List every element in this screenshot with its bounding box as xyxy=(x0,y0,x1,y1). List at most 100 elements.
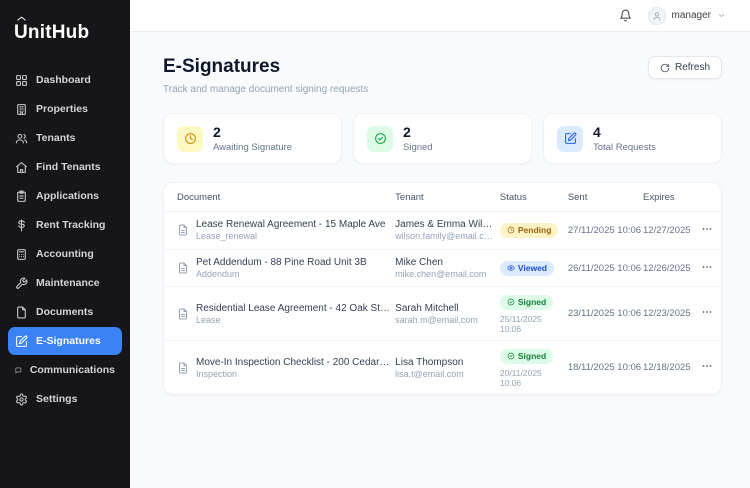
clipboard-icon xyxy=(15,190,28,203)
file-text-icon xyxy=(177,262,189,274)
document-text: Lease Renewal Agreement - 15 Maple AveLe… xyxy=(196,218,385,243)
sidebar-item-properties[interactable]: Properties xyxy=(8,95,122,123)
sidebar-item-label: Properties xyxy=(36,103,88,115)
document-cell: Residential Lease Agreement - 42 Oak Str… xyxy=(164,287,395,341)
document-cell: Pet Addendum - 88 Pine Road Unit 3BAdden… xyxy=(164,249,395,287)
user-menu[interactable]: manager xyxy=(648,7,726,25)
menu-cell xyxy=(699,287,721,341)
sidebar-item-label: Tenants xyxy=(36,132,75,144)
chevron-down-icon xyxy=(717,11,726,20)
user-name: manager xyxy=(672,10,711,21)
sidebar-item-dashboard[interactable]: Dashboard xyxy=(8,66,122,94)
column-header-status: Status xyxy=(500,183,568,212)
sidebar-item-settings[interactable]: Settings xyxy=(8,385,122,413)
signed-date: 25/11/2025 10:06 xyxy=(500,314,564,334)
bell-icon[interactable] xyxy=(619,9,632,22)
wrench-icon xyxy=(15,277,28,290)
avatar xyxy=(648,7,666,25)
document-cell: Lease Renewal Agreement - 15 Maple AveLe… xyxy=(164,212,395,250)
check-circle-icon xyxy=(507,352,515,360)
page-subtitle: Track and manage document signing reques… xyxy=(163,84,368,95)
status-label: Signed xyxy=(518,297,546,307)
sidebar-item-find-tenants[interactable]: Find Tenants xyxy=(8,153,122,181)
column-header-tenant: Tenant xyxy=(395,183,500,212)
document-text: Residential Lease Agreement - 42 Oak Str… xyxy=(196,302,391,327)
page-header: E-Signatures Track and manage document s… xyxy=(163,56,722,95)
document-type: Inspection xyxy=(196,369,391,381)
document-type: Addendum xyxy=(196,269,367,281)
document-text: Pet Addendum - 88 Pine Road Unit 3BAdden… xyxy=(196,256,367,281)
stat-icon-tile xyxy=(557,126,583,152)
dollar-icon xyxy=(15,219,28,232)
sidebar-item-communications[interactable]: Communications xyxy=(8,356,122,384)
stat-text: 2Awaiting Signature xyxy=(213,124,292,153)
document-cell-content: Pet Addendum - 88 Pine Road Unit 3BAdden… xyxy=(177,256,391,281)
refresh-icon xyxy=(660,63,670,73)
sent-cell: 27/11/2025 10:06 xyxy=(568,212,643,250)
grid-icon xyxy=(15,74,28,87)
roof-icon xyxy=(13,16,30,25)
sidebar-item-maintenance[interactable]: Maintenance xyxy=(8,269,122,297)
dots-icon xyxy=(701,306,713,318)
status-badge: Signed xyxy=(500,295,553,310)
status-badge: Viewed xyxy=(500,261,554,276)
document-title: Move-In Inspection Checklist - 200 Cedar… xyxy=(196,356,391,369)
signatures-table: DocumentTenantStatusSentExpires Lease Re… xyxy=(164,183,721,394)
check-circle-icon xyxy=(507,298,515,306)
stats-row: 2Awaiting Signature2Signed4Total Request… xyxy=(163,113,722,164)
row-menu-button[interactable] xyxy=(699,358,715,374)
table-body: Lease Renewal Agreement - 15 Maple AveLe… xyxy=(164,212,721,395)
column-header-sent: Sent xyxy=(568,183,643,212)
status-badge: Signed xyxy=(500,349,553,364)
sidebar-item-rent-tracking[interactable]: Rent Tracking xyxy=(8,211,122,239)
expires-cell: 12/26/2025 xyxy=(643,249,699,287)
sidebar-item-accounting[interactable]: Accounting xyxy=(8,240,122,268)
refresh-button[interactable]: Refresh xyxy=(648,56,722,79)
row-menu-button[interactable] xyxy=(699,221,715,237)
signature-icon xyxy=(15,335,28,348)
status-label: Signed xyxy=(518,351,546,361)
status-label: Pending xyxy=(518,225,552,235)
column-header-expires: Expires xyxy=(643,183,699,212)
tenant-cell: Mike Chenmike.chen@email.com xyxy=(395,249,500,287)
check-circle-icon xyxy=(374,132,387,145)
app-window: UnitHub Dashboard Properties Tenants Find T… xyxy=(0,0,750,488)
app-logo: UnitHub xyxy=(0,12,130,66)
sent-cell: 23/11/2025 10:06 xyxy=(568,287,643,341)
status-label: Viewed xyxy=(518,263,547,273)
row-menu-button[interactable] xyxy=(699,304,715,320)
home-icon xyxy=(15,161,28,174)
stat-value: 4 xyxy=(593,124,656,140)
menu-cell xyxy=(699,249,721,287)
sidebar-item-applications[interactable]: Applications xyxy=(8,182,122,210)
sidebar-item-documents[interactable]: Documents xyxy=(8,298,122,326)
signature-icon xyxy=(564,132,577,145)
stat-icon-tile xyxy=(177,126,203,152)
tenant-cell: James & Emma Wilsonwilson.family@email.c… xyxy=(395,212,500,250)
tenant-cell: Lisa Thompsonlisa.t@email.com xyxy=(395,341,500,395)
tenant-name: James & Emma Wilson xyxy=(395,218,496,231)
sidebar-item-label: Maintenance xyxy=(36,277,100,289)
stat-icon-tile xyxy=(367,126,393,152)
sidebar-item-label: Documents xyxy=(36,306,93,318)
refresh-button-label: Refresh xyxy=(675,62,710,73)
document-cell-content: Lease Renewal Agreement - 15 Maple AveLe… xyxy=(177,218,391,243)
expires-cell: 12/18/2025 xyxy=(643,341,699,395)
chat-icon xyxy=(15,364,22,377)
signed-date: 20/11/2025 10:06 xyxy=(500,368,564,388)
signatures-table-card: DocumentTenantStatusSentExpires Lease Re… xyxy=(163,182,722,395)
sidebar-item-label: Rent Tracking xyxy=(36,219,105,231)
calculator-icon xyxy=(15,248,28,261)
row-menu-button[interactable] xyxy=(699,259,715,275)
sidebar-item-label: Settings xyxy=(36,393,77,405)
menu-cell xyxy=(699,341,721,395)
stat-label: Total Requests xyxy=(593,142,656,153)
sidebar-item-e-signatures[interactable]: E-Signatures xyxy=(8,327,122,355)
sidebar-item-tenants[interactable]: Tenants xyxy=(8,124,122,152)
dots-icon xyxy=(701,261,713,273)
stat-label: Signed xyxy=(403,142,433,153)
column-header-menu xyxy=(699,183,721,212)
sent-cell: 26/11/2025 10:06 xyxy=(568,249,643,287)
expires-cell: 12/27/2025 xyxy=(643,212,699,250)
tenant-email: mike.chen@email.com xyxy=(395,269,496,281)
